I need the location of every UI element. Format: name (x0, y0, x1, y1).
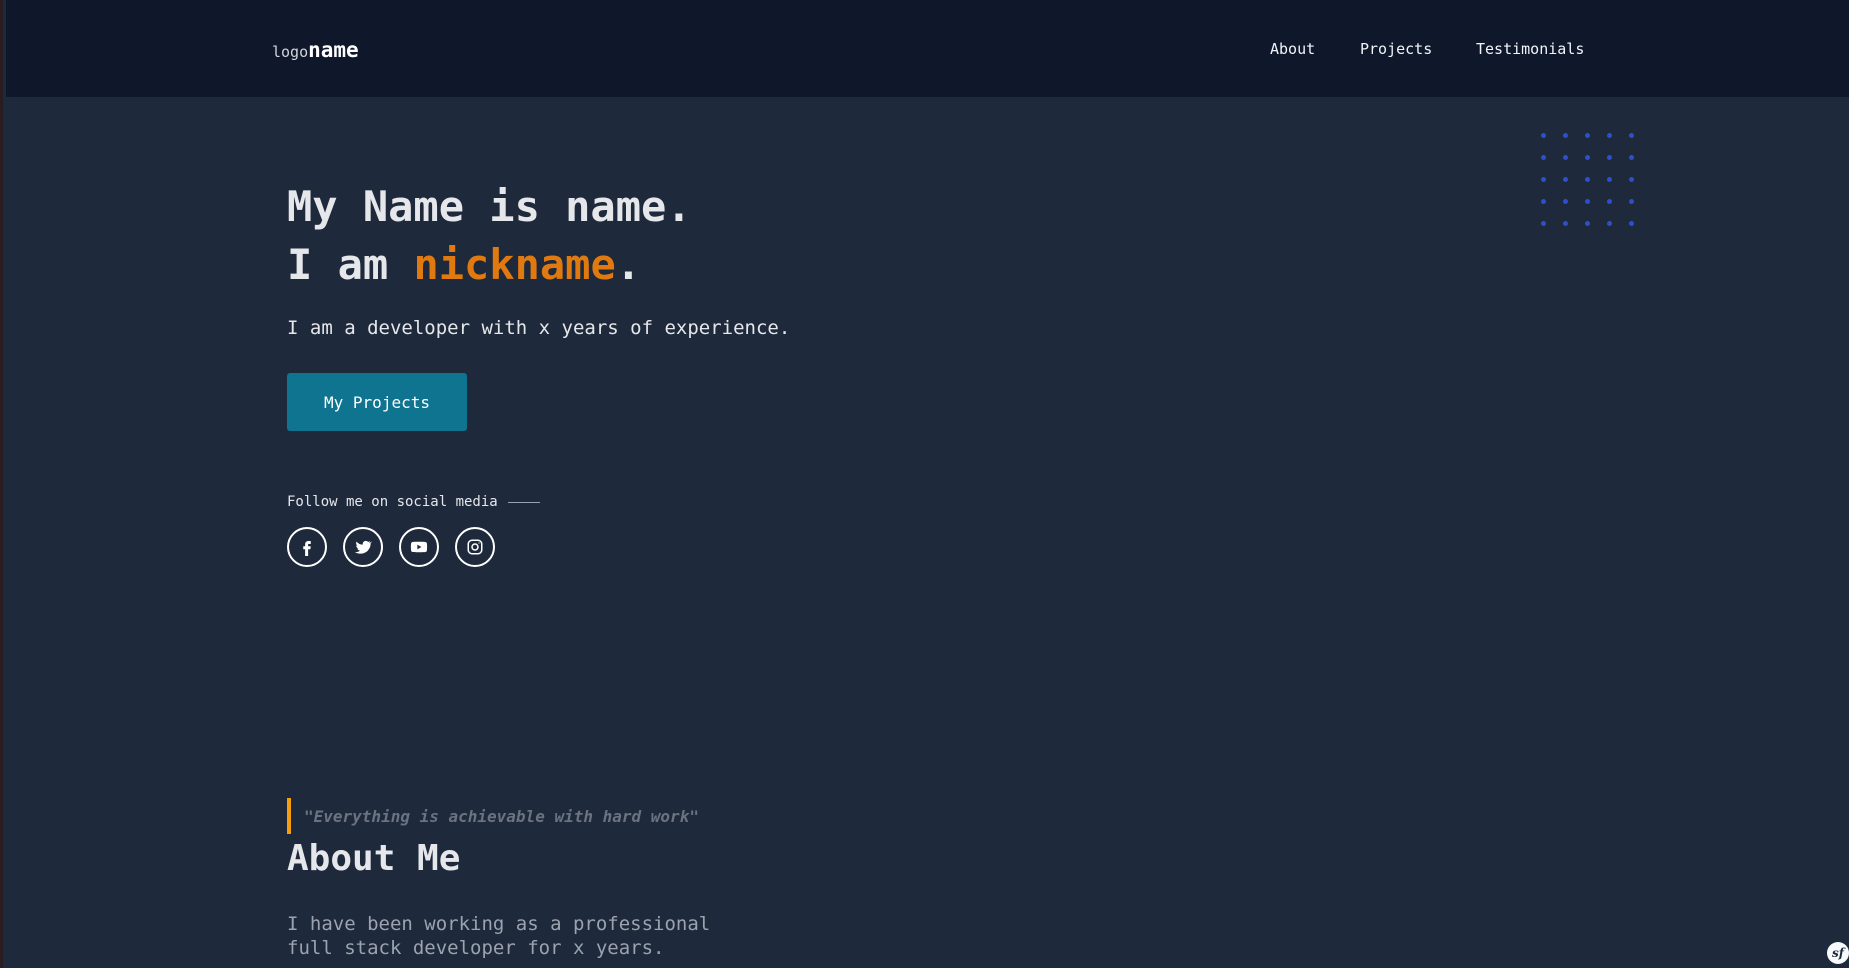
nav-link-about[interactable]: About (1270, 40, 1315, 58)
hero-nickname: nickname (413, 240, 616, 289)
dot (1585, 133, 1590, 138)
about-text: I have been working as a professional fu… (287, 913, 711, 959)
dot (1563, 221, 1568, 226)
dot (1585, 155, 1590, 160)
decorative-dot-grid (1541, 133, 1641, 233)
top-navbar: logo name About Projects Testimonials (6, 0, 1849, 97)
nav-link-testimonials[interactable]: Testimonials (1476, 40, 1584, 58)
hero-line-2-prefix: I am (287, 240, 414, 289)
dot (1629, 155, 1634, 160)
logo-name: name (308, 38, 359, 62)
facebook-icon (303, 541, 311, 556)
dot (1607, 155, 1612, 160)
youtube-icon (410, 541, 428, 553)
dot (1563, 133, 1568, 138)
quote-block: "Everything is achievable with hard work… (287, 798, 699, 834)
hero-title: My Name is name. I am nickname. (287, 178, 692, 294)
dot (1585, 221, 1590, 226)
dot (1541, 155, 1546, 160)
social-links (287, 527, 495, 567)
facebook-link[interactable] (287, 527, 327, 567)
dot (1607, 199, 1612, 204)
symfony-toolbar-icon[interactable]: sf (1827, 942, 1849, 964)
twitter-icon (354, 540, 372, 554)
youtube-link[interactable] (399, 527, 439, 567)
logo[interactable]: logo name (272, 38, 359, 62)
dot (1541, 133, 1546, 138)
dot (1629, 199, 1634, 204)
page: logo name About Projects Testimonials My … (0, 0, 1849, 968)
dot (1629, 177, 1634, 182)
dot (1541, 177, 1546, 182)
dot (1541, 199, 1546, 204)
hero-line-2-suffix: . (615, 240, 642, 289)
dot (1607, 177, 1612, 182)
dot (1585, 199, 1590, 204)
my-projects-button[interactable]: My Projects (287, 373, 467, 431)
quote-text: "Everything is achievable with hard work… (304, 806, 699, 826)
instagram-icon (467, 539, 483, 555)
dot (1563, 155, 1568, 160)
dot (1607, 133, 1612, 138)
dot (1541, 221, 1546, 226)
nav-link-projects[interactable]: Projects (1360, 40, 1432, 58)
follow-divider-line (507, 501, 540, 503)
quote-accent-bar (287, 798, 291, 834)
dot (1629, 133, 1634, 138)
hero-line-1: My Name is name. (287, 182, 692, 231)
dot (1607, 221, 1612, 226)
main-nav: About Projects Testimonials (1270, 40, 1584, 58)
follow-social-label: Follow me on social media (287, 494, 540, 510)
logo-prefix: logo (272, 43, 309, 61)
dot (1585, 177, 1590, 182)
dot (1563, 177, 1568, 182)
instagram-link[interactable] (455, 527, 495, 567)
twitter-link[interactable] (343, 527, 383, 567)
dot (1629, 221, 1634, 226)
hero-subtitle: I am a developer with x years of experie… (287, 317, 791, 339)
follow-text: Follow me on social media (287, 494, 498, 510)
dot (1563, 199, 1568, 204)
about-title: About Me (287, 838, 461, 879)
